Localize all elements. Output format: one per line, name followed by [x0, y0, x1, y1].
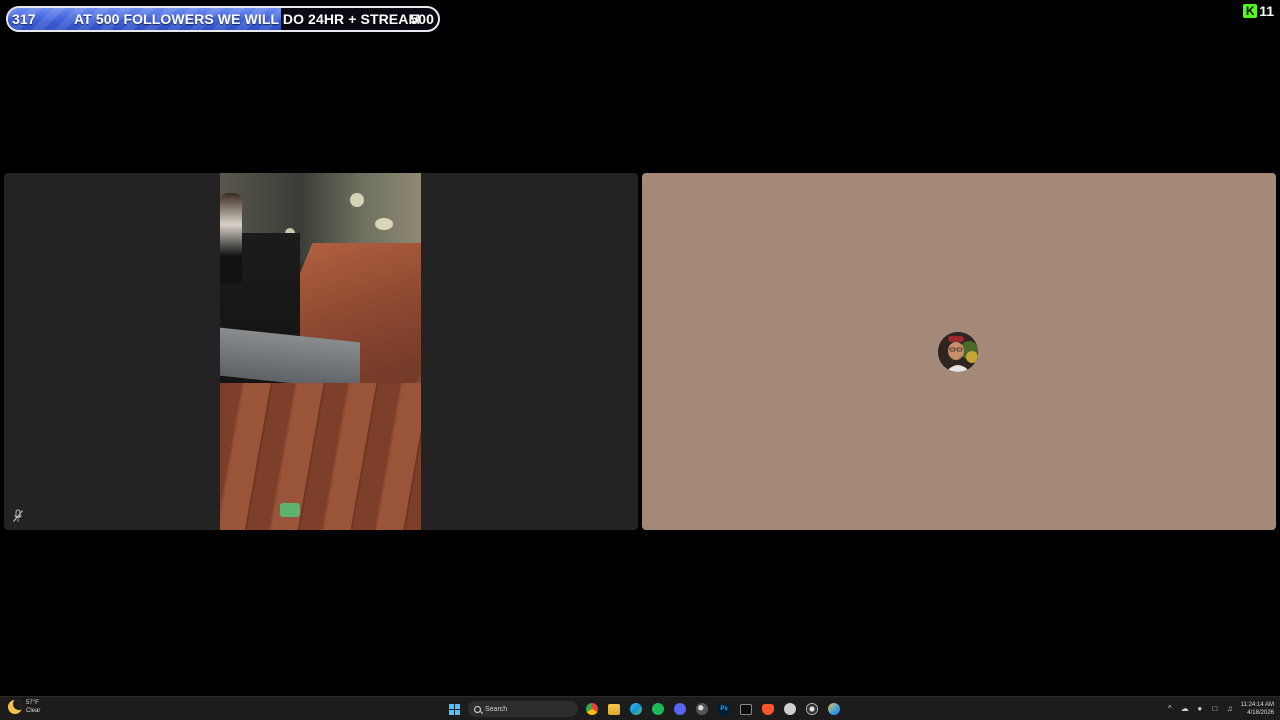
- mic-muted-icon: [12, 509, 24, 523]
- follower-goal-bar: 317 AT 500 FOLLOWERS WE WILL DO 24HR + S…: [6, 6, 440, 32]
- goal-current-count: 317: [12, 11, 36, 27]
- search-input[interactable]: Search: [468, 701, 578, 717]
- kick-viewer-badge: K 11: [1243, 2, 1274, 20]
- network-app-icon[interactable]: ☁: [1181, 705, 1189, 713]
- weather-widget[interactable]: 57°F Clear: [8, 699, 40, 715]
- kick-logo-icon: K: [1243, 4, 1258, 18]
- clock[interactable]: 11:24:14 AM 4/18/2026: [1241, 701, 1274, 717]
- taskbar: 57°F Clear Search Ps ^ ☁ ● □ ♫ 11:24:14 …: [0, 696, 1280, 720]
- microphone-icon[interactable]: ●: [1196, 705, 1204, 713]
- participant-tile-left[interactable]: [4, 173, 638, 530]
- viewer-count: 11: [1259, 3, 1274, 19]
- person-figure: [220, 193, 242, 283]
- volume-icon[interactable]: ♫: [1226, 705, 1234, 713]
- ceiling-light: [350, 193, 364, 207]
- moon-icon: [8, 700, 22, 714]
- screen: 317 AT 500 FOLLOWERS WE WILL DO 24HR + S…: [0, 0, 1280, 720]
- file-explorer-icon[interactable]: [603, 699, 625, 719]
- search-placeholder: Search: [485, 705, 508, 713]
- participant-video: [220, 173, 421, 530]
- spotify-icon[interactable]: [647, 699, 669, 719]
- system-tray: ^ ☁ ● □ ♫ 11:24:14 AM 4/18/2026: [1166, 699, 1274, 719]
- edge-icon[interactable]: [625, 699, 647, 719]
- chevron-up-icon[interactable]: ^: [1166, 705, 1174, 713]
- circle-app-icon[interactable]: [779, 699, 801, 719]
- brave-icon[interactable]: [757, 699, 779, 719]
- goal-target-count: 500: [410, 11, 434, 27]
- weather-condition: Clear: [26, 708, 41, 714]
- clock-date: 4/18/2026: [1247, 710, 1274, 716]
- chrome-icon[interactable]: [581, 699, 603, 719]
- user-avatar: [938, 332, 978, 372]
- search-icon: [474, 705, 481, 713]
- globe-app-icon[interactable]: [823, 699, 845, 719]
- goal-title: AT 500 FOLLOWERS WE WILL DO 24HR + STREA…: [74, 11, 421, 27]
- weather-temp: 57°F: [26, 700, 39, 706]
- participant-tile-right[interactable]: [642, 173, 1276, 530]
- discord-icon[interactable]: [669, 699, 691, 719]
- windows-start-icon[interactable]: [443, 699, 465, 719]
- obs-icon[interactable]: [801, 699, 823, 719]
- clock-time: 11:24:14 AM: [1240, 702, 1274, 708]
- photoshop-icon[interactable]: Ps: [713, 699, 735, 719]
- ceiling-light: [375, 218, 393, 230]
- steam-icon[interactable]: [691, 699, 713, 719]
- wood-table: [220, 383, 421, 530]
- monitor-icon[interactable]: □: [1211, 705, 1219, 713]
- terminal-icon[interactable]: [735, 699, 757, 719]
- taskbar-apps: Search Ps: [443, 699, 845, 719]
